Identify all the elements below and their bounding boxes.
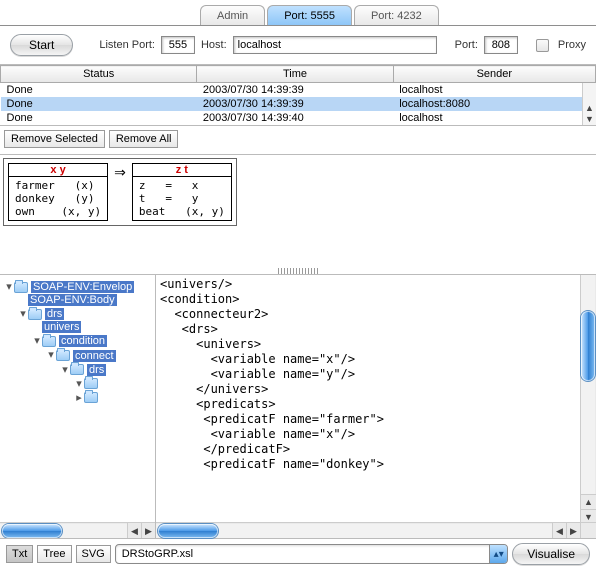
start-button[interactable]: Start [10,34,73,56]
scroll-up-icon[interactable]: ▲ [583,103,596,114]
proxy-checkbox[interactable] [536,39,549,52]
table-row[interactable]: Done 2003/07/30 14:39:40 localhost [1,111,596,125]
tree-node[interactable]: ▸ [74,391,153,404]
combo-value: DRStoGRP.xsl [116,545,489,563]
scroll-right-icon[interactable]: ▶ [566,523,580,538]
port-label: Port: [455,39,478,51]
splitter-handle[interactable] [278,268,318,274]
disclosure-icon[interactable]: ▾ [4,280,14,293]
remove-selected-button[interactable]: Remove Selected [4,130,105,148]
col-status[interactable]: Status [1,66,197,83]
xml-hscroll[interactable]: ◀▶ [156,522,580,538]
folder-icon [28,309,42,320]
table-actions: Remove Selected Remove All [0,126,596,155]
lower-split: ▾SOAP-ENV:Envelop SOAP-ENV:Body ▾drs uni… [0,275,596,539]
toggle-txt[interactable]: Txt [6,545,33,563]
scroll-left-icon[interactable]: ◀ [552,523,566,538]
disclosure-icon[interactable]: ▾ [60,363,70,376]
disclosure-icon[interactable]: ▾ [74,377,84,390]
connection-controls: Start Listen Port: Host: Port: Proxy [0,26,596,65]
folder-icon [56,350,70,361]
table-row[interactable]: Done 2003/07/30 14:39:39 localhost [1,83,596,98]
drs-right: z t z = x t = y beat (x, y) [132,163,232,221]
drs-right-header: z t [133,164,231,177]
xml-source[interactable]: <univers/> <condition> <connecteur2> <dr… [156,275,580,522]
footer-bar: Txt Tree SVG DRStoGRP.xsl ▴▾ Visualise [0,539,596,569]
drs-right-body: z = x t = y beat (x, y) [133,177,231,220]
tree-node[interactable]: SOAP-ENV:Body [18,294,153,306]
tree-node[interactable]: ▾condition ▾connect ▾drs ▾ ▸ [32,334,153,403]
disclosure-icon[interactable]: ▾ [46,348,56,361]
scrollbar-thumb[interactable] [581,311,595,381]
folder-icon [14,282,28,293]
tree-node-root[interactable]: ▾SOAP-ENV:Envelop SOAP-ENV:Body ▾drs uni… [4,280,153,404]
drs-left-body: farmer (x) donkey (y) own (x, y) [9,177,107,220]
toggle-tree[interactable]: Tree [37,545,71,563]
tab-admin[interactable]: Admin [200,5,265,25]
host-input[interactable] [233,36,437,54]
proxy-label: Proxy [558,39,586,51]
tab-port-5555[interactable]: Port: 5555 [267,5,352,25]
tree-node[interactable]: univers [32,321,153,333]
scroll-down-icon[interactable]: ▼ [583,114,596,125]
folder-icon [84,378,98,389]
folder-icon [84,392,98,403]
toggle-svg[interactable]: SVG [76,545,111,563]
drs-left: x y farmer (x) donkey (y) own (x, y) [8,163,108,221]
diagram-box: x y farmer (x) donkey (y) own (x, y) ⇒ z… [3,158,237,226]
xml-vscroll[interactable]: ▲▼ [580,275,596,522]
col-sender[interactable]: Sender [393,66,595,83]
request-table: Status Time Sender Done 2003/07/30 14:39… [0,65,596,126]
col-time[interactable]: Time [197,66,393,83]
arrow-icon: ⇒ [112,163,128,181]
host-label: Host: [201,39,227,51]
tab-port-4232[interactable]: Port: 4232 [354,5,439,25]
disclosure-icon[interactable]: ▾ [18,307,28,320]
tree-hscroll[interactable]: ◀▶ [0,522,155,538]
tree-node[interactable]: ▾drs univers ▾condition ▾connect ▾drs [18,307,153,403]
xml-tree[interactable]: ▾SOAP-ENV:Envelop SOAP-ENV:Body ▾drs uni… [0,275,155,522]
combo-dropdown-icon[interactable]: ▴▾ [489,545,507,563]
tree-pane: ▾SOAP-ENV:Envelop SOAP-ENV:Body ▾drs uni… [0,275,156,538]
tree-node[interactable]: ▾connect ▾drs ▾ ▸ [46,348,153,403]
disclosure-icon[interactable]: ▸ [74,391,84,404]
table-vscroll[interactable]: ▲ ▼ [582,83,596,125]
drs-left-header: x y [9,164,107,177]
scroll-up-icon[interactable]: ▲ [581,494,596,509]
scrollbar-thumb[interactable] [2,524,62,538]
tabbar: Admin Port: 5555 Port: 4232 [0,0,596,26]
diagram-panel: x y farmer (x) donkey (y) own (x, y) ⇒ z… [0,155,596,275]
scroll-corner [580,522,596,538]
tree-node[interactable]: ▾ [74,377,153,390]
listen-port-input[interactable] [161,36,195,54]
port-input[interactable] [484,36,518,54]
remove-all-button[interactable]: Remove All [109,130,179,148]
folder-icon [70,364,84,375]
scroll-down-icon[interactable]: ▼ [581,509,596,524]
table-row[interactable]: Done 2003/07/30 14:39:39 localhost:8080 [1,97,596,111]
folder-icon [42,336,56,347]
disclosure-icon[interactable]: ▾ [32,334,42,347]
scrollbar-thumb[interactable] [158,524,218,538]
tree-node[interactable]: ▾drs ▾ ▸ [60,363,153,404]
listen-port-label: Listen Port: [99,39,155,51]
scroll-right-icon[interactable]: ▶ [141,523,155,538]
scroll-left-icon[interactable]: ◀ [127,523,141,538]
visualise-button[interactable]: Visualise [512,543,590,565]
stylesheet-combo[interactable]: DRStoGRP.xsl ▴▾ [115,544,508,564]
